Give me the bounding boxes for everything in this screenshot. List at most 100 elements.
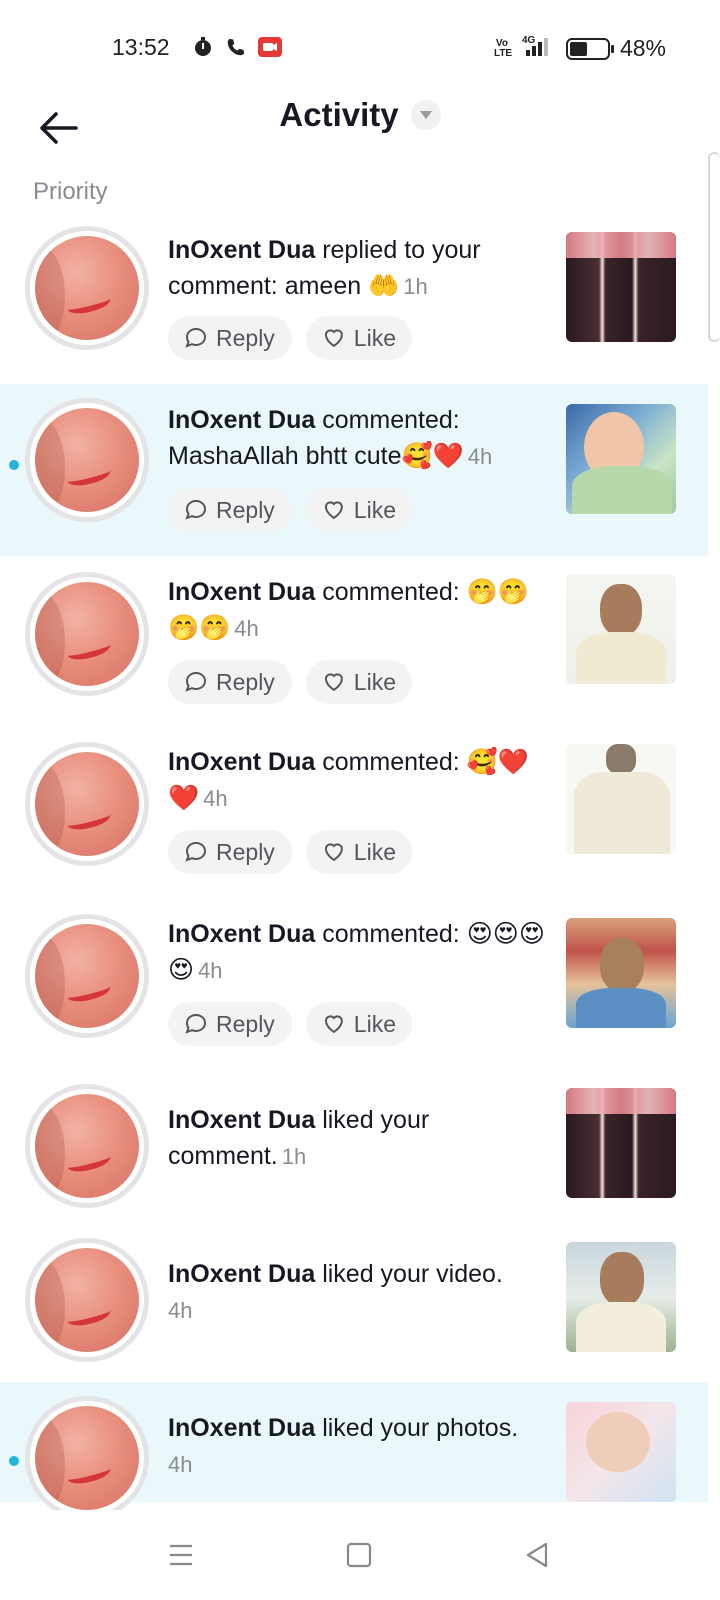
username[interactable]: InOxent Dua — [168, 1106, 315, 1134]
reply-button[interactable]: Reply — [168, 1002, 292, 1046]
notification-time: 4h — [203, 786, 228, 811]
avatar[interactable] — [25, 1396, 149, 1520]
like-button[interactable]: Like — [306, 830, 412, 874]
like-button[interactable]: Like — [306, 660, 412, 704]
like-label: Like — [353, 496, 396, 523]
header: Activity — [0, 90, 720, 170]
notification-text: InOxent Dua liked your video. 4h — [168, 1256, 546, 1329]
avatar[interactable] — [25, 742, 149, 866]
reply-label: Reply — [216, 1010, 275, 1037]
like-label: Like — [353, 838, 396, 865]
notification-time: 1h — [281, 1144, 307, 1169]
like-label: Like — [353, 1010, 396, 1037]
reply-label: Reply — [216, 324, 275, 351]
comment-bubble-icon — [185, 327, 207, 348]
notification-action: liked your photos. — [315, 1414, 519, 1442]
notification-text: InOxent Dua liked your comment. 1h — [168, 1102, 546, 1175]
notification-time: 1h — [403, 274, 428, 299]
phone-icon — [223, 34, 249, 60]
reply-button[interactable]: Reply — [168, 830, 292, 874]
avatar[interactable] — [25, 226, 149, 350]
avatar[interactable] — [25, 572, 149, 696]
notification-time: 4h — [198, 958, 223, 983]
avatar[interactable] — [25, 914, 149, 1038]
volte-icon: Vo LTE — [493, 37, 513, 59]
username[interactable]: InOxent Dua — [168, 1414, 315, 1442]
signal-icon: 4G — [520, 34, 556, 63]
caret-down-icon — [419, 111, 432, 119]
reply-label: Reply — [216, 496, 275, 523]
notification-text: InOxent Dua commented: MashaAllah bhtt c… — [168, 402, 546, 475]
unread-dot — [9, 1456, 19, 1466]
like-button[interactable]: Like — [306, 1002, 412, 1046]
username[interactable]: InOxent Dua — [168, 578, 315, 606]
notification-list: InOxent Dua replied to your comment: ame… — [0, 214, 708, 1520]
photo-thumbnail[interactable] — [566, 404, 676, 514]
notification-row[interactable]: InOxent Dua commented: 🤭🤭🤭🤭 4h Reply Like — [0, 556, 708, 726]
notification-row[interactable]: InOxent Dua liked your video. 4h — [0, 1224, 708, 1382]
username[interactable]: InOxent Dua — [168, 1260, 315, 1288]
menu-icon — [170, 1544, 192, 1566]
comment-bubble-icon — [185, 671, 207, 692]
notification-row[interactable]: InOxent Dua commented: MashaAllah bhtt c… — [0, 384, 708, 556]
avatar[interactable] — [25, 398, 149, 522]
menu-button[interactable] — [158, 1532, 204, 1578]
page-title: Activity — [279, 96, 399, 133]
heart-icon — [324, 1015, 343, 1034]
notification-time: 4h — [168, 1452, 193, 1477]
notification-row[interactable]: InOxent Dua liked your photos. 4h — [0, 1382, 708, 1520]
unread-dot — [9, 460, 19, 470]
notification-time: 4h — [168, 1298, 193, 1323]
notification-text: InOxent Dua commented: 😍😍😍😍 4h — [168, 916, 546, 989]
username[interactable]: InOxent Dua — [168, 748, 315, 776]
like-button[interactable]: Like — [306, 488, 412, 532]
like-button[interactable]: Like — [306, 316, 412, 360]
notification-text: InOxent Dua commented: 🥰❤️❤️ 4h — [168, 744, 546, 817]
video-thumbnail[interactable] — [566, 1242, 676, 1352]
reply-button[interactable]: Reply — [168, 488, 292, 532]
notification-text: InOxent Dua liked your photos. 4h — [168, 1410, 546, 1483]
triangle-back-icon — [526, 1542, 548, 1568]
username[interactable]: InOxent Dua — [168, 406, 315, 434]
avatar[interactable] — [25, 1084, 149, 1208]
svg-text:4G: 4G — [522, 35, 536, 46]
notification-row[interactable]: InOxent Dua commented: 😍😍😍😍 4h Reply Like — [0, 898, 708, 1068]
notification-row[interactable]: InOxent Dua liked your comment. 1h — [0, 1068, 708, 1224]
like-label: Like — [353, 324, 396, 351]
notification-row[interactable]: InOxent Dua commented: 🥰❤️❤️ 4h Reply Lik… — [0, 726, 708, 898]
reply-button[interactable]: Reply — [168, 316, 292, 360]
system-nav-bar — [0, 1510, 720, 1600]
video-thumbnail[interactable] — [566, 918, 676, 1028]
video-thumbnail[interactable] — [566, 232, 676, 342]
reply-label: Reply — [216, 668, 275, 695]
heart-icon — [324, 329, 343, 348]
title-dropdown-button[interactable] — [410, 100, 441, 130]
reply-label: Reply — [216, 838, 275, 865]
video-thumbnail[interactable] — [566, 744, 676, 854]
avatar[interactable] — [25, 1238, 149, 1362]
notification-time: 4h — [467, 444, 493, 469]
stopwatch-icon — [190, 34, 216, 60]
notification-text: InOxent Dua commented: 🤭🤭🤭🤭 4h — [168, 574, 546, 647]
status-bar: 13:52 Vo LTE 4G 48% — [0, 0, 720, 96]
battery-icon — [565, 37, 614, 60]
comment-bubble-icon — [185, 1013, 207, 1034]
video-thumbnail[interactable] — [566, 1088, 676, 1198]
like-label: Like — [353, 668, 396, 695]
username[interactable]: InOxent Dua — [168, 236, 315, 264]
reply-button[interactable]: Reply — [168, 660, 292, 704]
square-icon — [346, 1542, 372, 1568]
heart-icon — [324, 501, 343, 520]
screen-record-icon — [257, 34, 283, 60]
notification-text: InOxent Dua replied to your comment: ame… — [168, 232, 546, 305]
photo-thumbnail[interactable] — [566, 1402, 676, 1502]
home-button[interactable] — [336, 1532, 382, 1578]
battery-percent: 48% — [619, 35, 666, 61]
username[interactable]: InOxent Dua — [168, 920, 315, 948]
scrollbar[interactable] — [708, 152, 720, 342]
notification-row[interactable]: InOxent Dua replied to your comment: ame… — [0, 214, 708, 384]
video-thumbnail[interactable] — [566, 574, 676, 684]
heart-icon — [324, 673, 343, 692]
back-nav-button[interactable] — [514, 1532, 560, 1578]
notification-time: 4h — [234, 616, 259, 641]
